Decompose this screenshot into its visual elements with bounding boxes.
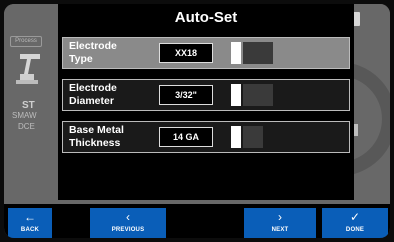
- row-label: Electrode Diameter: [69, 82, 117, 107]
- done-label: DONE: [345, 227, 365, 233]
- machine-screen: Process ST SMAW DCE Auto-Set Electrode T…: [4, 4, 390, 238]
- chevron-left-icon: ‹: [126, 210, 130, 224]
- row-label: Base Metal Thickness: [69, 124, 124, 149]
- dialog-title: Auto-Set: [174, 9, 238, 26]
- electrode-diameter-value[interactable]: 3/32": [159, 85, 213, 105]
- previous-button[interactable]: ‹ PREVIOUS: [90, 208, 166, 238]
- electrode-type-row[interactable]: Electrode Type XX18: [62, 37, 350, 69]
- checkmark-icon: ✓: [349, 210, 361, 224]
- mode-polarity: DCE: [18, 122, 35, 131]
- mode-short: ST: [22, 100, 35, 111]
- process-label: Process: [10, 36, 42, 47]
- level-indicator: [231, 126, 281, 148]
- chevron-right-icon: ›: [278, 210, 282, 224]
- mode-process: SMAW: [12, 111, 37, 120]
- electrode-diameter-row[interactable]: Electrode Diameter 3/32": [62, 79, 350, 111]
- base-metal-thickness-value[interactable]: 14 GA: [159, 127, 213, 147]
- electrode-type-value[interactable]: XX18: [159, 43, 213, 63]
- arrow-left-icon: ←: [24, 210, 36, 224]
- base-metal-thickness-row[interactable]: Base Metal Thickness 14 GA: [62, 121, 350, 153]
- done-button[interactable]: ✓ DONE: [322, 208, 388, 238]
- next-button[interactable]: › NEXT: [244, 208, 316, 238]
- row-label: Electrode Type: [69, 40, 117, 65]
- level-indicator: [231, 42, 281, 64]
- back-label: BACK: [20, 227, 40, 233]
- bottom-nav-bar: ← BACK ‹ PREVIOUS › NEXT ✓ DONE: [4, 204, 390, 238]
- back-button[interactable]: ← BACK: [8, 208, 52, 238]
- next-label: NEXT: [271, 227, 289, 233]
- auto-set-dialog: Auto-Set Electrode Type XX18 Electrode D…: [58, 4, 354, 200]
- stick-electrode-holder-icon: [16, 54, 40, 84]
- previous-label: PREVIOUS: [111, 227, 145, 233]
- level-indicator: [231, 84, 281, 106]
